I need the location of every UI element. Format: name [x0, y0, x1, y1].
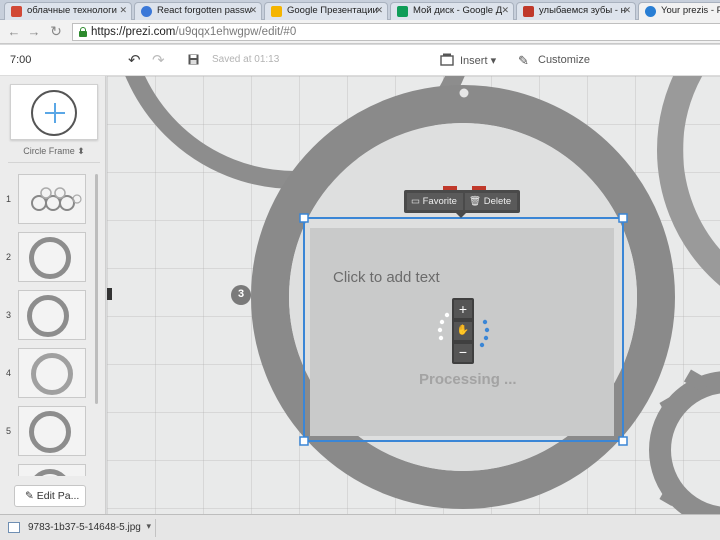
brush-icon[interactable]: ✎	[518, 53, 529, 69]
downloads-bar: 9783-1b37-5-14648-5.jpg ▾	[0, 514, 720, 540]
tab-label: улыбаемся зубы - н	[539, 5, 626, 16]
prezi-canvas[interactable]: 3 Click to add text Processing ... ▭ Fav…	[107, 76, 720, 514]
thumbnail-item[interactable]: 2	[0, 230, 106, 284]
frame-type-select[interactable]: Circle Frame ⬍	[10, 146, 98, 157]
sidebar-scrollbar[interactable]	[95, 174, 98, 404]
thumbnail-number: 3	[6, 310, 12, 320]
favorite-button[interactable]: ▭ Favorite	[407, 193, 463, 210]
customize-button[interactable]: Customize	[538, 54, 590, 66]
pencil-icon: ✎	[25, 490, 34, 502]
insert-icon[interactable]	[440, 53, 454, 69]
sidebar-collapse-handle[interactable]	[107, 288, 112, 300]
zoom-out-button[interactable]: −	[454, 344, 472, 362]
presentation-time: 7:00	[10, 54, 32, 66]
gear-shape	[649, 369, 720, 514]
prezi-favicon-icon	[645, 6, 656, 17]
browser-address-bar: ← → ↻ https://prezi.com/u9qqx1ehwgpw/edi…	[0, 20, 720, 44]
thumbnail-frame[interactable]	[18, 232, 86, 282]
thumbnail-frame[interactable]	[18, 406, 86, 456]
ring-dot	[459, 88, 469, 98]
thumbnail-number: 5	[6, 426, 12, 436]
floppy-icon[interactable]	[188, 54, 199, 68]
browser-tab-active[interactable]: Your prezis - Prezi	[638, 2, 720, 20]
tab-close-icon[interactable]: ✕	[119, 5, 127, 16]
resize-handle[interactable]	[618, 436, 628, 446]
chevron-down-icon[interactable]: ▾	[146, 521, 151, 532]
thumbnail-item[interactable]	[0, 462, 106, 476]
frame-number: 3	[237, 288, 245, 300]
image-file-icon	[8, 522, 20, 533]
thumbnail-item[interactable]: 5	[0, 404, 106, 458]
add-circle-frame-icon	[31, 90, 77, 136]
download-filename: 9783-1b37-5-14648-5.jpg	[28, 522, 141, 533]
tab-close-icon[interactable]: ✕	[501, 5, 509, 16]
tab-close-icon[interactable]: ✕	[249, 5, 257, 16]
thumbnail-frame[interactable]	[18, 290, 86, 340]
divider	[8, 162, 100, 163]
menu-pointer	[456, 213, 466, 218]
redo-icon[interactable]: ↷	[152, 51, 165, 69]
browser-tab-strip: облачные технологи ✕ React forgotten pas…	[0, 0, 720, 20]
slides-favicon-icon	[271, 6, 282, 17]
resize-handle[interactable]	[618, 213, 628, 223]
document-favicon-icon	[11, 6, 22, 17]
tab-label: React forgotten passw	[157, 5, 252, 16]
transform-tool: + ✋ −	[452, 298, 474, 364]
thumbnail-item[interactable]: 3	[0, 288, 106, 342]
browser-tab[interactable]: Мой диск - Google Д ✕	[390, 2, 514, 20]
thumbnail-overview[interactable]	[18, 174, 86, 224]
thumbnail-frame[interactable]	[18, 464, 86, 476]
tab-label: Google Презентации	[287, 5, 378, 16]
background-ring	[657, 76, 720, 286]
globe-favicon-icon	[141, 6, 152, 17]
saved-status: Saved at 01:13	[212, 54, 280, 65]
insert-button[interactable]: Insert ▾	[460, 54, 496, 67]
thumbnail-frame[interactable]	[18, 348, 86, 398]
hand-drag-icon[interactable]: ✋	[454, 322, 472, 340]
thumbnail-number: 4	[6, 368, 12, 378]
forward-arrow-icon[interactable]: →	[26, 24, 42, 39]
frames-sidebar: Circle Frame ⬍ 1 2 3 4 5 ✎ Edit Pa...	[0, 76, 106, 514]
favorite-icon: ▭	[411, 196, 420, 207]
tab-close-icon[interactable]: ✕	[375, 5, 383, 16]
frame-thumbnail-list: 1 2 3 4 5	[0, 172, 106, 476]
undo-icon[interactable]: ↶	[128, 51, 141, 69]
url-text: https://prezi.com/u9qqx1ehwgpw/edit/#0	[91, 26, 297, 38]
editor-toolbar: 7:00 ↶ ↷ Saved at 01:13 Insert ▾ ✎ Custo…	[0, 45, 720, 76]
processing-status: Processing ...	[419, 371, 517, 388]
tab-close-icon[interactable]: ✕	[623, 5, 631, 16]
text-placeholder[interactable]: Click to add text	[333, 269, 440, 286]
back-arrow-icon[interactable]: ←	[6, 24, 22, 39]
tab-label: Your prezis - Prezi	[661, 5, 720, 16]
thumbnail-number: 1	[6, 194, 12, 204]
url-input[interactable]: https://prezi.com/u9qqx1ehwgpw/edit/#0	[72, 23, 720, 41]
image-favicon-icon	[523, 6, 534, 17]
edit-path-button[interactable]: ✎ Edit Pa...	[14, 485, 86, 507]
browser-tab[interactable]: React forgotten passw ✕	[134, 2, 262, 20]
tab-label: облачные технологи	[27, 5, 117, 16]
drive-favicon-icon	[397, 6, 408, 17]
zoom-in-button[interactable]: +	[454, 300, 472, 318]
trash-icon: 🗑	[469, 196, 482, 207]
delete-button[interactable]: 🗑 Delete	[465, 193, 517, 210]
reload-icon[interactable]: ↻	[48, 23, 64, 40]
browser-tab[interactable]: Google Презентации ✕	[264, 2, 388, 20]
thumbnail-item[interactable]: 1	[0, 172, 106, 226]
resize-handle[interactable]	[299, 436, 309, 446]
frame-context-menu: ▭ Favorite 🗑 Delete	[404, 190, 520, 218]
add-frame-button[interactable]	[10, 84, 98, 140]
browser-tab[interactable]: улыбаемся зубы - н ✕	[516, 2, 636, 20]
resize-handle[interactable]	[299, 213, 309, 223]
tab-label: Мой диск - Google Д	[413, 5, 503, 16]
browser-tab[interactable]: облачные технологи ✕	[4, 2, 132, 20]
canvas-artwork	[125, 76, 720, 514]
thumbnail-number: 2	[6, 252, 12, 262]
lock-icon	[79, 27, 87, 37]
download-item[interactable]: 9783-1b37-5-14648-5.jpg ▾	[4, 519, 156, 537]
thumbnail-item[interactable]: 4	[0, 346, 106, 400]
